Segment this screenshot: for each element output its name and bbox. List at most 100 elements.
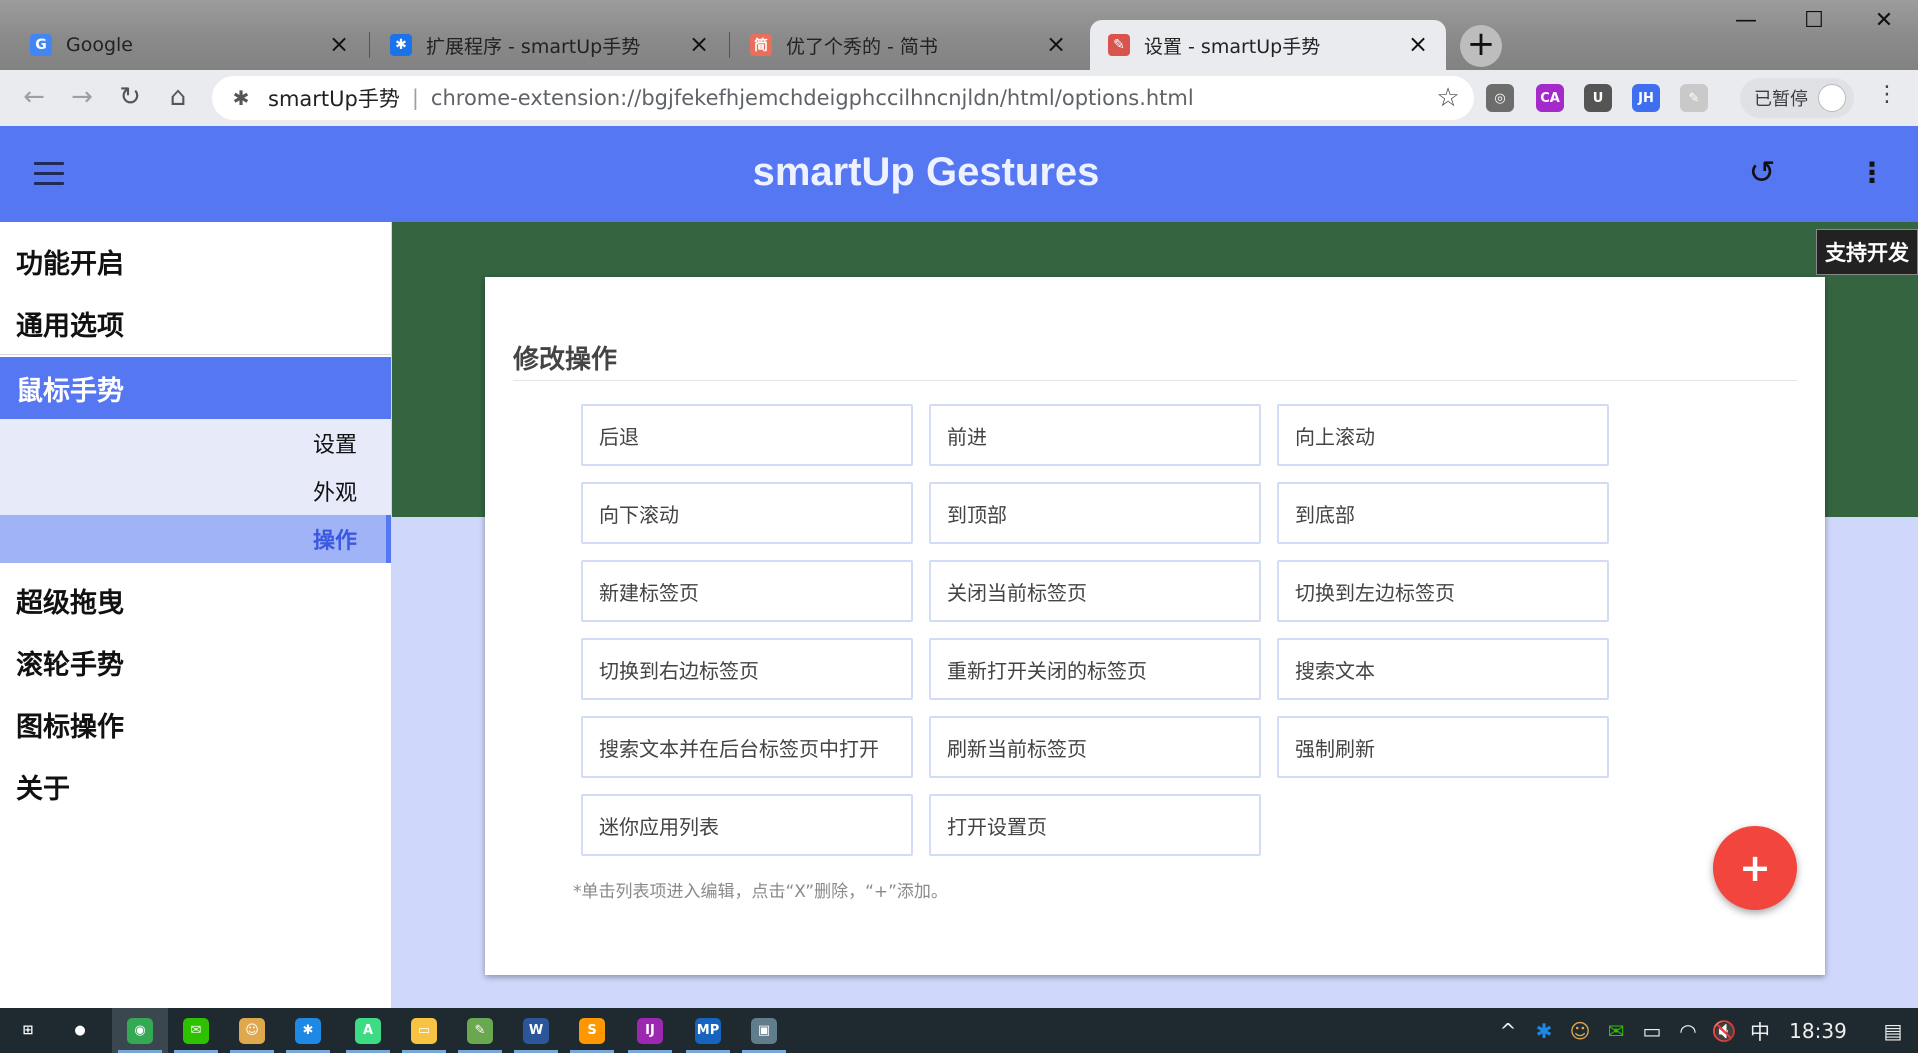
address-bar[interactable]: ✱ smartUp手势 | chrome-extension://bgjfeke… [212, 76, 1474, 120]
operation-item[interactable]: 打开设置页 [929, 794, 1261, 856]
cortana-icon-glyph: ● [67, 1018, 93, 1044]
operation-item[interactable]: 到底部 [1277, 482, 1609, 544]
forward-arrow-icon[interactable]: → [64, 80, 100, 116]
extension-icon-ud[interactable]: ᑌ [1584, 84, 1612, 112]
operation-item[interactable]: 新建标签页 [581, 560, 913, 622]
volume-muted-icon[interactable]: 🔇 [1706, 1019, 1742, 1043]
operation-item[interactable]: 搜索文本并在后台标签页中打开 [581, 716, 913, 778]
browser-tab[interactable]: ✱扩展程序 - smartUp手势× [372, 20, 727, 70]
app-taskbar-icon-4[interactable]: ☺ [224, 1008, 280, 1053]
back-arrow-icon[interactable]: ← [16, 80, 52, 116]
windows-start-icon-glyph: ⊞ [15, 1018, 41, 1044]
operation-item[interactable]: 前进 [929, 404, 1261, 466]
cortana-icon[interactable]: ● [52, 1008, 108, 1053]
maximize-window-button[interactable]: ☐ [1784, 8, 1844, 38]
operation-item[interactable]: 搜索文本 [1277, 638, 1609, 700]
monitor-icon[interactable]: ▣ [736, 1008, 792, 1053]
add-operation-button[interactable]: + [1713, 826, 1797, 910]
wechat-taskbar-icon[interactable]: ✉ [168, 1008, 224, 1053]
sidebar-subitem[interactable]: 外观 [0, 467, 391, 515]
bookmark-star-icon[interactable]: ☆ [1430, 83, 1466, 113]
operation-item[interactable]: 关闭当前标签页 [929, 560, 1261, 622]
intellij-icon[interactable]: IJ [622, 1008, 678, 1053]
operation-item[interactable]: 向上滚动 [1277, 404, 1609, 466]
address-site-name: smartUp手势 [268, 83, 400, 113]
mp-icon-glyph: MP [695, 1018, 721, 1044]
close-window-button[interactable]: ✕ [1854, 8, 1914, 38]
windows-start-icon[interactable]: ⊞ [0, 1008, 56, 1053]
restore-icon[interactable]: ↺ [1745, 156, 1779, 190]
operation-item[interactable]: 向下滚动 [581, 482, 913, 544]
tray-wechat-icon[interactable]: ✉ [1598, 1019, 1634, 1043]
sublime-icon[interactable]: S [564, 1008, 620, 1053]
profile-button[interactable]: 已暂停 [1740, 78, 1854, 118]
more-options-icon[interactable]: ⋮ [1858, 156, 1880, 192]
operation-item[interactable]: 刷新当前标签页 [929, 716, 1261, 778]
new-tab-button[interactable]: + [1460, 25, 1502, 67]
tab-close-icon[interactable]: × [1044, 33, 1068, 57]
card-divider [513, 380, 1797, 381]
mp-icon[interactable]: MP [680, 1008, 736, 1053]
chrome-taskbar-icon[interactable]: ◉ [112, 1008, 168, 1053]
file-explorer-icon[interactable]: ▭ [396, 1008, 452, 1053]
sidebar-item[interactable]: 滚轮手势 [0, 631, 391, 693]
chrome-menu-icon[interactable]: ⋮ [1872, 82, 1902, 114]
tray-app-icon-1[interactable]: ✱ [1526, 1019, 1562, 1043]
wifi-icon[interactable]: ◠ [1670, 1019, 1706, 1043]
tray-app-icon-2[interactable]: ☺ [1562, 1019, 1598, 1043]
google-icon: G [30, 34, 52, 56]
extension-icon-smartup[interactable]: ✎ [1680, 84, 1708, 112]
sidebar-subitem[interactable]: 操作 [0, 515, 391, 563]
operation-item[interactable]: 后退 [581, 404, 913, 466]
operation-item[interactable]: 迷你应用列表 [581, 794, 913, 856]
notepad-icon-glyph: ✎ [467, 1018, 493, 1044]
app-title: smartUp Gestures [0, 150, 1852, 195]
operation-item[interactable]: 重新打开关闭的标签页 [929, 638, 1261, 700]
operations-list: 后退前进向上滚动向下滚动到顶部到底部新建标签页关闭当前标签页切换到左边标签页切换… [581, 404, 1613, 856]
sidebar-item[interactable]: 图标操作 [0, 693, 391, 755]
app-taskbar-icon-4-glyph: ☺ [239, 1018, 265, 1044]
operation-item[interactable]: 强制刷新 [1277, 716, 1609, 778]
notifications-icon[interactable]: ▤ [1858, 1019, 1918, 1043]
operation-item[interactable]: 到顶部 [929, 482, 1261, 544]
sidebar-item-mouse-gestures[interactable]: 鼠标手势 [0, 357, 391, 419]
battery-icon[interactable]: ▭ [1634, 1019, 1670, 1043]
smartup-icon: ✎ [1108, 34, 1130, 56]
browser-tab[interactable]: GGoogle× [12, 20, 367, 70]
ime-indicator[interactable]: 中 [1742, 1016, 1778, 1045]
sidebar-item[interactable]: 超级拖曳 [0, 569, 391, 631]
browser-tab[interactable]: 简优了个秀的 - 简书× [732, 20, 1084, 70]
tab-label: 设置 - smartUp手势 [1144, 32, 1406, 59]
browser-tab[interactable]: ✎ 设置 - smartUp手势× [1090, 20, 1446, 70]
extension-icon-ca[interactable]: CA [1536, 84, 1564, 112]
app-taskbar-icon-5-glyph: ✱ [295, 1018, 321, 1044]
operation-item[interactable]: 切换到左边标签页 [1277, 560, 1609, 622]
chrome-taskbar-icon-glyph: ◉ [127, 1018, 153, 1044]
extension-icon-1[interactable]: ◎ [1486, 84, 1514, 112]
operation-item[interactable]: 切换到右边标签页 [581, 638, 913, 700]
sidebar-item[interactable]: 功能开启 [0, 230, 391, 292]
browser-tab-strip: GGoogle×✱扩展程序 - smartUp手势×简优了个秀的 - 简书× ✎ 设… [0, 0, 1918, 70]
sidebar-subitem[interactable]: 设置 [0, 419, 391, 467]
android-studio-icon-glyph: A [355, 1018, 381, 1044]
support-development-button[interactable]: 支持开发 [1816, 229, 1918, 275]
tab-close-icon[interactable]: × [1406, 33, 1430, 57]
android-studio-icon[interactable]: A [340, 1008, 396, 1053]
help-note: *单击列表项进入编辑，点击“X”删除，“+”添加。 [573, 877, 948, 902]
minimize-window-button[interactable]: — [1716, 8, 1776, 38]
address-separator: | [412, 86, 419, 110]
sidebar-item[interactable]: 关于 [0, 755, 391, 817]
app-taskbar-icon-5[interactable]: ✱ [280, 1008, 336, 1053]
puzzle-icon: ✱ [228, 86, 254, 110]
word-icon[interactable]: W [508, 1008, 564, 1053]
address-url[interactable]: chrome-extension://bgjfekefhjemchdeigphc… [431, 86, 1430, 110]
tab-close-icon[interactable]: × [327, 33, 351, 57]
extension-icon-jh[interactable]: JH [1632, 84, 1660, 112]
notepad-icon[interactable]: ✎ [452, 1008, 508, 1053]
sidebar-item[interactable]: 通用选项 [0, 292, 391, 354]
tab-close-icon[interactable]: × [687, 33, 711, 57]
tray-expand-icon[interactable]: ^ [1490, 1019, 1526, 1043]
clock[interactable]: 18:39 [1778, 1019, 1858, 1043]
reload-page-icon[interactable]: ↻ [112, 80, 148, 116]
home-icon[interactable]: ⌂ [160, 80, 196, 116]
